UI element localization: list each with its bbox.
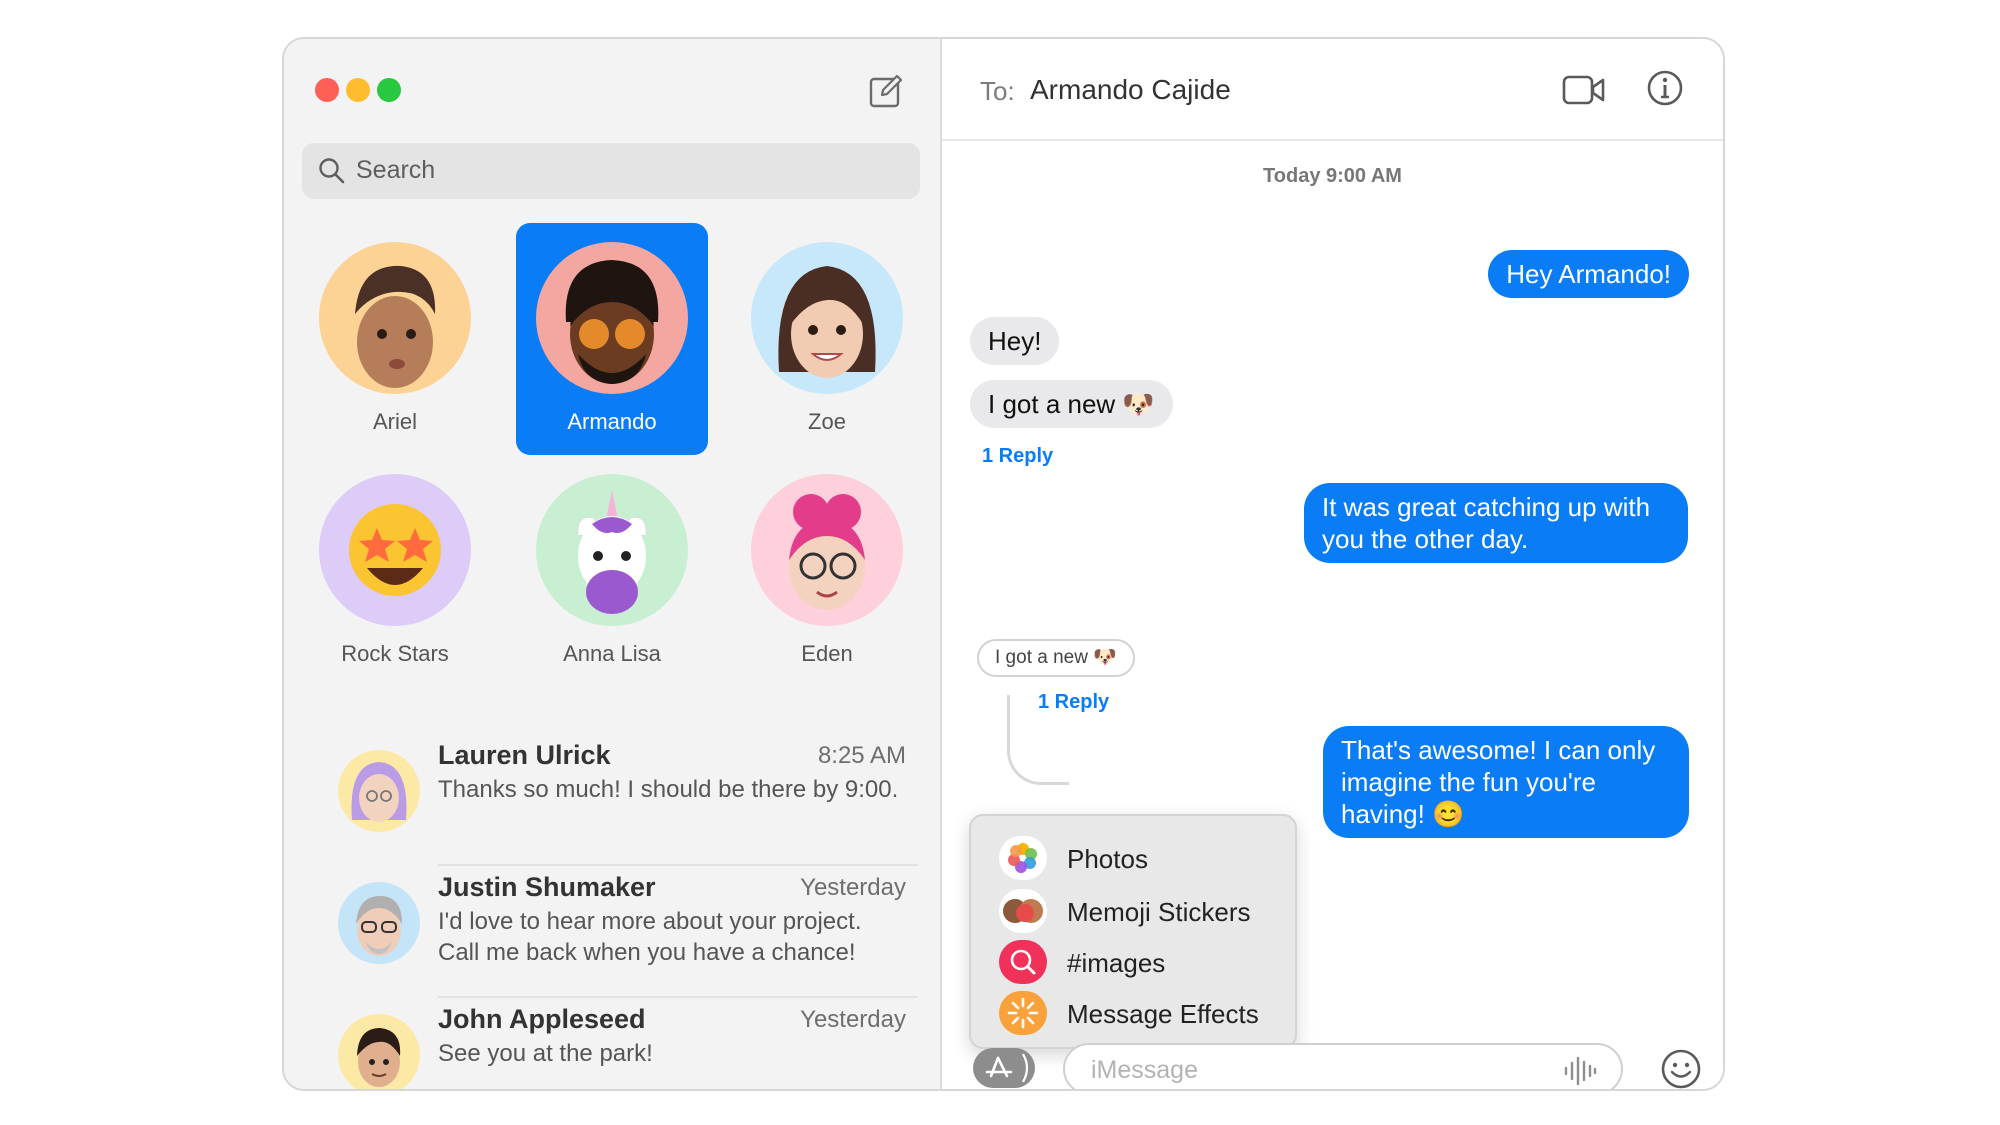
pinned-ariel[interactable]: Ariel bbox=[299, 223, 491, 455]
conversation-preview: See you at the park! bbox=[438, 1040, 653, 1067]
message-placeholder: iMessage bbox=[1091, 1056, 1198, 1084]
pinned-name: Armando bbox=[567, 409, 657, 434]
minimize-button[interactable] bbox=[346, 78, 370, 102]
menu-item-label: Message Effects bbox=[1067, 999, 1259, 1029]
conversation-time: 8:25 AM bbox=[817, 742, 906, 769]
search-placeholder: Search bbox=[356, 156, 436, 184]
to-label: To: bbox=[980, 76, 1015, 106]
effects-icon bbox=[999, 991, 1047, 1035]
thread-reply-link[interactable]: 1 Reply bbox=[982, 445, 1053, 468]
pinned-zoe[interactable]: Zoe bbox=[731, 223, 923, 455]
conversation-row[interactable]: Lauren Ulrick 8:25 AM Thanks so much! I … bbox=[324, 732, 914, 862]
menu-item-label: #images bbox=[1067, 948, 1166, 978]
avatar bbox=[751, 242, 903, 394]
conversation-name: Lauren Ulrick bbox=[438, 740, 611, 770]
conversation-pane: To: Armando Cajide Today 9:00 AM Hey Arm… bbox=[942, 39, 1723, 1089]
messages-window: Search Ariel Armando Zoe Rock Stars Anna… bbox=[282, 37, 1725, 1091]
conversation-header: To: Armando Cajide bbox=[942, 39, 1723, 141]
menu-item-images[interactable]: #images bbox=[999, 940, 1289, 984]
menu-item-memoji-stickers[interactable]: Memoji Stickers bbox=[999, 889, 1289, 933]
pinned-name: Anna Lisa bbox=[563, 641, 661, 666]
incoming-bubble[interactable]: Hey! bbox=[970, 317, 1060, 365]
conversation-row[interactable]: Justin Shumaker Yesterday I'd love to he… bbox=[324, 864, 914, 994]
avatar bbox=[536, 242, 688, 394]
incoming-bubble[interactable]: I got a new 🐶 bbox=[970, 380, 1173, 428]
images-search-icon bbox=[999, 940, 1047, 984]
pinned-armando[interactable]: Armando bbox=[516, 223, 708, 455]
thread-connector bbox=[1007, 695, 1069, 785]
message-input[interactable]: iMessage bbox=[1063, 1043, 1623, 1089]
audio-waveform-icon[interactable] bbox=[1563, 1055, 1597, 1087]
zoom-button[interactable] bbox=[377, 78, 401, 102]
menu-item-label: Memoji Stickers bbox=[1067, 897, 1251, 927]
emoji-icon[interactable] bbox=[1660, 1048, 1702, 1090]
app-store-icon bbox=[985, 1053, 1029, 1083]
apps-button[interactable] bbox=[973, 1048, 1035, 1088]
apps-menu: Photos Memoji Stickers #images Message E… bbox=[969, 814, 1297, 1049]
search-icon bbox=[319, 158, 345, 184]
conversation-row[interactable]: John Appleseed Yesterday See you at the … bbox=[324, 996, 914, 1089]
menu-item-label: Photos bbox=[1067, 844, 1148, 874]
conversation-preview: Thanks so much! I should be there by 9:0… bbox=[438, 776, 899, 803]
compose-icon[interactable] bbox=[868, 73, 904, 109]
photos-icon bbox=[999, 836, 1047, 880]
avatar bbox=[751, 474, 903, 626]
quoted-message[interactable]: I got a new 🐶 bbox=[977, 639, 1135, 677]
recipient-name[interactable]: Armando Cajide bbox=[1030, 74, 1231, 106]
pinned-name: Rock Stars bbox=[341, 641, 449, 666]
conversation-name: Justin Shumaker bbox=[438, 872, 656, 902]
conversation-time: Yesterday bbox=[800, 1006, 906, 1033]
avatar bbox=[338, 882, 420, 964]
video-call-icon[interactable] bbox=[1562, 73, 1606, 107]
search-field[interactable]: Search bbox=[302, 143, 920, 199]
avatar bbox=[338, 750, 420, 832]
conversation-time: Yesterday bbox=[800, 874, 906, 901]
pinned-name: Eden bbox=[801, 641, 853, 666]
pinned-name: Zoe bbox=[808, 409, 846, 434]
avatar bbox=[536, 474, 688, 626]
pinned-name: Ariel bbox=[372, 409, 417, 434]
outgoing-bubble[interactable]: That's awesome! I can only imagine the f… bbox=[1323, 726, 1689, 838]
pinned-eden[interactable]: Eden bbox=[731, 455, 923, 687]
pinned-rock-stars[interactable]: Rock Stars bbox=[299, 455, 491, 687]
menu-item-photos[interactable]: Photos bbox=[999, 836, 1289, 880]
sidebar: Search Ariel Armando Zoe Rock Stars Anna… bbox=[284, 39, 942, 1089]
conversation-preview: I'd love to hear more about your project… bbox=[438, 908, 862, 966]
message-timestamp: Today 9:00 AM bbox=[1263, 165, 1402, 187]
menu-item-message-effects[interactable]: Message Effects bbox=[999, 991, 1289, 1035]
info-icon[interactable] bbox=[1646, 69, 1684, 107]
conversation-name: John Appleseed bbox=[438, 1004, 646, 1034]
avatar bbox=[319, 242, 471, 394]
avatar bbox=[338, 1014, 420, 1089]
close-button[interactable] bbox=[315, 78, 339, 102]
pinned-anna-lisa[interactable]: Anna Lisa bbox=[516, 455, 708, 687]
outgoing-bubble[interactable]: Hey Armando! bbox=[1488, 250, 1689, 298]
outgoing-bubble[interactable]: It was great catching up with you the ot… bbox=[1304, 483, 1688, 563]
avatar bbox=[319, 474, 471, 626]
memoji-icon bbox=[999, 889, 1047, 933]
